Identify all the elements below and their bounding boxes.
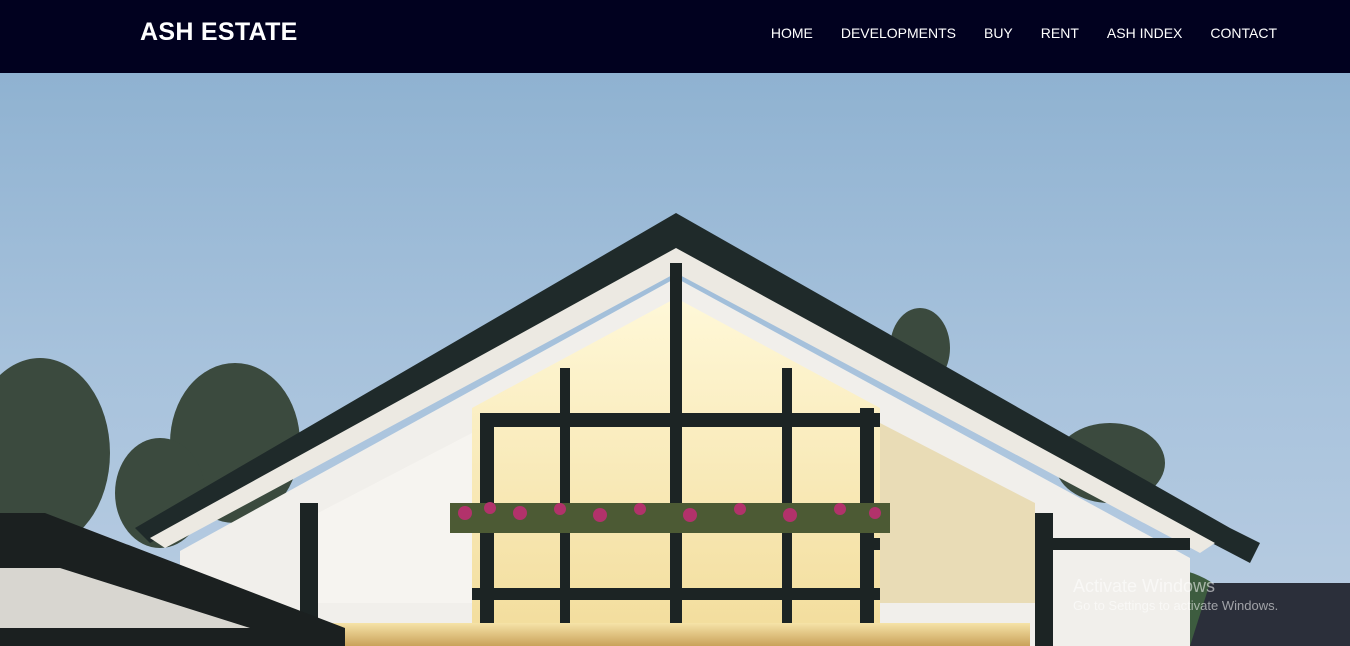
- nav-item-home: HOME: [743, 24, 813, 42]
- nav-item-ash-index: ASH INDEX: [1079, 24, 1182, 42]
- hero-banner: [0, 73, 1350, 646]
- nav-item-rent: RENT: [1013, 24, 1079, 42]
- nav-link-developments[interactable]: DEVELOPMENTS: [841, 24, 956, 42]
- main-nav: HOME DEVELOPMENTS BUY RENT ASH INDEX CON…: [743, 24, 1277, 42]
- watermark-title: Activate Windows: [1073, 576, 1216, 596]
- nav-link-buy[interactable]: BUY: [984, 24, 1013, 42]
- nav-link-rent[interactable]: RENT: [1041, 24, 1079, 42]
- hero-house-image: [0, 73, 1350, 646]
- watermark-subtitle: Go to Settings to activate Windows.: [1073, 598, 1279, 613]
- brand-logo[interactable]: ASH ESTATE: [140, 18, 298, 47]
- nav-link-home[interactable]: HOME: [771, 24, 813, 42]
- nav-item-contact: CONTACT: [1182, 24, 1277, 42]
- nav-link-ash-index[interactable]: ASH INDEX: [1107, 24, 1182, 42]
- windows-activation-watermark: Activate Windows Go to Settings to activ…: [1073, 575, 1278, 614]
- nav-item-developments: DEVELOPMENTS: [813, 24, 956, 42]
- nav-item-buy: BUY: [956, 24, 1013, 42]
- top-navbar: ASH ESTATE HOME DEVELOPMENTS BUY RENT AS…: [0, 0, 1350, 73]
- nav-link-contact[interactable]: CONTACT: [1210, 24, 1277, 42]
